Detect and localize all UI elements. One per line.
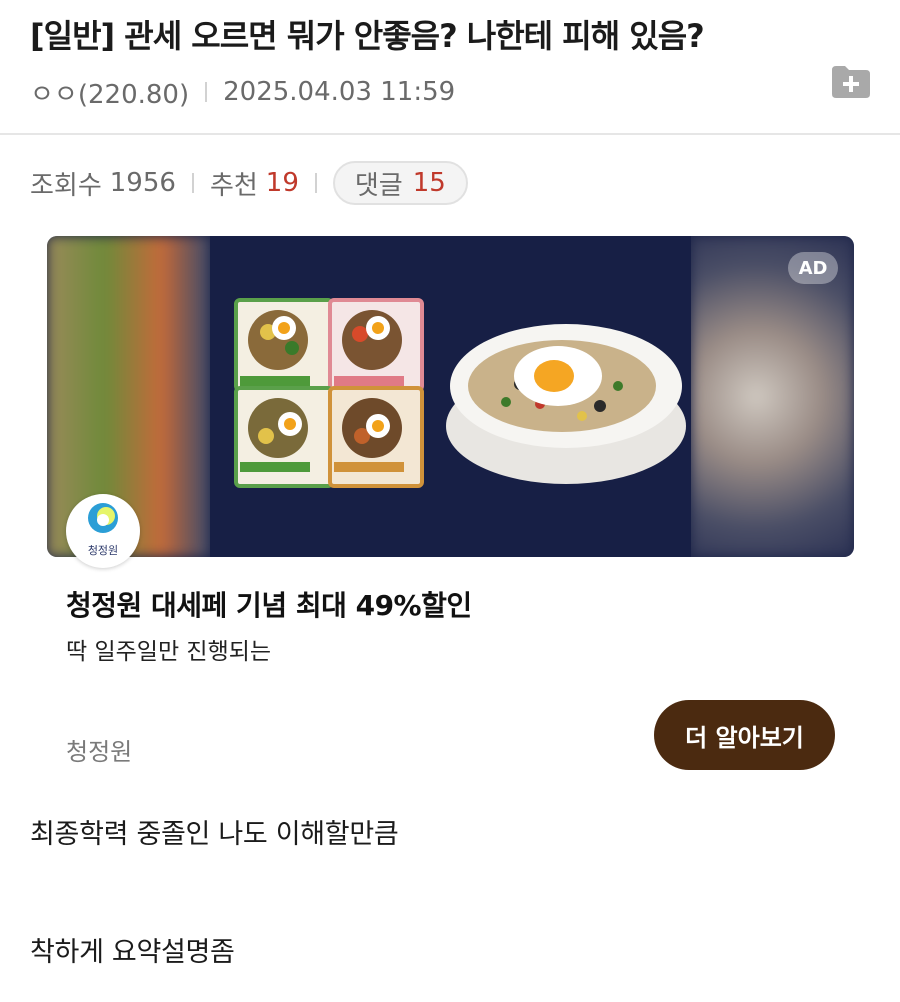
product-package-green-2 — [234, 386, 334, 488]
folder-add-icon[interactable] — [830, 64, 872, 100]
stats-divider — [191, 173, 194, 193]
post-body-line-2: 착하게 요약설명좀 — [30, 937, 235, 968]
comments-button[interactable]: 댓글 15 — [332, 161, 468, 205]
product-bowl — [446, 324, 686, 484]
ad-banner-image[interactable]: AD — [47, 236, 854, 557]
brand-logo-text: 청정원 — [87, 544, 119, 557]
comments-label: 댓글 — [354, 170, 403, 201]
header-divider — [0, 133, 900, 135]
recommend-value: 19 — [265, 168, 299, 198]
stats-divider — [314, 173, 317, 193]
views-label: 조회수 — [30, 170, 102, 201]
meta-divider — [205, 82, 208, 102]
views-value: 1956 — [109, 168, 176, 198]
recommend-label: 추천 — [209, 170, 258, 201]
author-label[interactable]: ㅇㅇ(220.80) — [30, 74, 189, 111]
post-body-line-1: 최종학력 중졸인 나도 이해할만큼 — [30, 819, 399, 850]
ad-brand-name: 청정원 — [66, 738, 133, 766]
learn-more-button[interactable]: 더 알아보기 — [654, 700, 835, 770]
product-package-green — [234, 298, 334, 392]
ad-badge: AD — [788, 252, 838, 284]
post-datetime: 2025.04.03 11:59 — [223, 77, 456, 107]
product-package-orange — [328, 386, 424, 488]
ad-headline[interactable]: 청정원 대세페 기념 최대 49%할인 — [66, 584, 472, 624]
ad-blur-right — [691, 236, 854, 557]
post-stats: 조회수 1956 추천 19 댓글 15 — [30, 161, 468, 205]
chungjungone-logo-icon[interactable]: 청정원 — [66, 494, 140, 568]
ad-subtext: 딱 일주일만 진행되는 — [66, 639, 272, 665]
post-meta: ㅇㅇ(220.80) 2025.04.03 11:59 — [30, 72, 455, 112]
ad-product-image — [210, 236, 691, 557]
product-package-pink — [328, 298, 424, 392]
comments-value: 15 — [412, 168, 446, 198]
post-title: [일반] 관세 오르면 뭐가 안좋음? 나한테 피해 있음? — [30, 17, 705, 55]
